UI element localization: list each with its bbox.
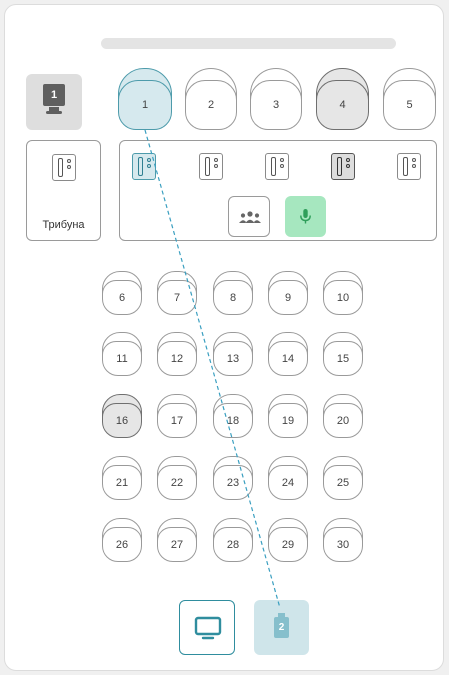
seat-label: 18 bbox=[213, 403, 253, 438]
seat-10[interactable]: 10 bbox=[323, 271, 363, 315]
seat-label: 14 bbox=[268, 341, 308, 376]
seat-6[interactable]: 6 bbox=[102, 271, 142, 315]
seat-label: 10 bbox=[323, 280, 363, 315]
tribune-panel[interactable]: Трибуна bbox=[26, 140, 101, 241]
seat-label: 3 bbox=[250, 80, 302, 130]
seat-21[interactable]: 21 bbox=[102, 456, 142, 500]
microphone-icon bbox=[300, 209, 311, 224]
seat-label: 5 bbox=[383, 80, 436, 130]
top-seat-4[interactable]: 4 bbox=[316, 68, 369, 130]
seat-label: 1 bbox=[118, 80, 172, 130]
seat-label: 7 bbox=[157, 280, 197, 315]
monitor-button[interactable] bbox=[179, 600, 235, 655]
monitor-icon bbox=[194, 616, 222, 640]
mic-4[interactable] bbox=[331, 153, 355, 180]
seat-label: 20 bbox=[323, 403, 363, 438]
seat-15[interactable]: 15 bbox=[323, 332, 363, 376]
seat-27[interactable]: 27 bbox=[157, 518, 197, 562]
seat-28[interactable]: 28 bbox=[213, 518, 253, 562]
seat-13[interactable]: 13 bbox=[213, 332, 253, 376]
device-button[interactable]: 2 bbox=[254, 600, 309, 655]
seat-label: 11 bbox=[102, 341, 142, 376]
top-seat-1[interactable]: 1 bbox=[118, 68, 172, 130]
seat-label: 30 bbox=[323, 527, 363, 562]
top-seat-5[interactable]: 5 bbox=[383, 68, 436, 130]
seat-label: 23 bbox=[213, 465, 253, 500]
seat-label: 2 bbox=[185, 80, 237, 130]
seat-label: 25 bbox=[323, 465, 363, 500]
top-seat-3[interactable]: 3 bbox=[250, 68, 302, 130]
seat-9[interactable]: 9 bbox=[268, 271, 308, 315]
seat-12[interactable]: 12 bbox=[157, 332, 197, 376]
seat-label: 6 bbox=[102, 280, 142, 315]
seat-label: 26 bbox=[102, 527, 142, 562]
seat-14[interactable]: 14 bbox=[268, 332, 308, 376]
seat-label: 27 bbox=[157, 527, 197, 562]
group-button[interactable] bbox=[228, 196, 270, 237]
seat-label: 22 bbox=[157, 465, 197, 500]
seat-label: 17 bbox=[157, 403, 197, 438]
seat-label: 16 bbox=[102, 403, 142, 438]
seat-label: 8 bbox=[213, 280, 253, 315]
seat-20[interactable]: 20 bbox=[323, 394, 363, 438]
top-seat-2[interactable]: 2 bbox=[185, 68, 237, 130]
seat-25[interactable]: 25 bbox=[323, 456, 363, 500]
mic-1[interactable] bbox=[132, 153, 156, 180]
screen-badge[interactable]: 1 bbox=[26, 74, 82, 130]
seat-label: 13 bbox=[213, 341, 253, 376]
tribune-microphone-icon bbox=[52, 154, 76, 181]
seat-label: 29 bbox=[268, 527, 308, 562]
voice-button[interactable] bbox=[285, 196, 326, 237]
seat-11[interactable]: 11 bbox=[102, 332, 142, 376]
seat-8[interactable]: 8 bbox=[213, 271, 253, 315]
seat-label: 24 bbox=[268, 465, 308, 500]
seat-label: 21 bbox=[102, 465, 142, 500]
seat-30[interactable]: 30 bbox=[323, 518, 363, 562]
seat-23[interactable]: 23 bbox=[213, 456, 253, 500]
seat-24[interactable]: 24 bbox=[268, 456, 308, 500]
mic-3[interactable] bbox=[265, 153, 289, 180]
seat-label: 9 bbox=[268, 280, 308, 315]
seat-29[interactable]: 29 bbox=[268, 518, 308, 562]
seat-19[interactable]: 19 bbox=[268, 394, 308, 438]
seat-label: 19 bbox=[268, 403, 308, 438]
seat-label: 4 bbox=[316, 80, 369, 130]
seat-16[interactable]: 16 bbox=[102, 394, 142, 438]
seat-7[interactable]: 7 bbox=[157, 271, 197, 315]
group-icon bbox=[239, 211, 261, 223]
seat-26[interactable]: 26 bbox=[102, 518, 142, 562]
seat-label: 28 bbox=[213, 527, 253, 562]
seat-label: 12 bbox=[157, 341, 197, 376]
mic-2[interactable] bbox=[199, 153, 223, 180]
tribune-label: Трибуна bbox=[42, 219, 85, 231]
seat-18[interactable]: 18 bbox=[213, 394, 253, 438]
seat-17[interactable]: 17 bbox=[157, 394, 197, 438]
seat-22[interactable]: 22 bbox=[157, 456, 197, 500]
device-number: 2 bbox=[278, 622, 285, 633]
mic-5[interactable] bbox=[397, 153, 421, 180]
screen-number: 1 bbox=[43, 84, 65, 106]
seat-label: 15 bbox=[323, 341, 363, 376]
header-bar bbox=[101, 38, 396, 49]
screen-base-icon bbox=[46, 111, 62, 114]
